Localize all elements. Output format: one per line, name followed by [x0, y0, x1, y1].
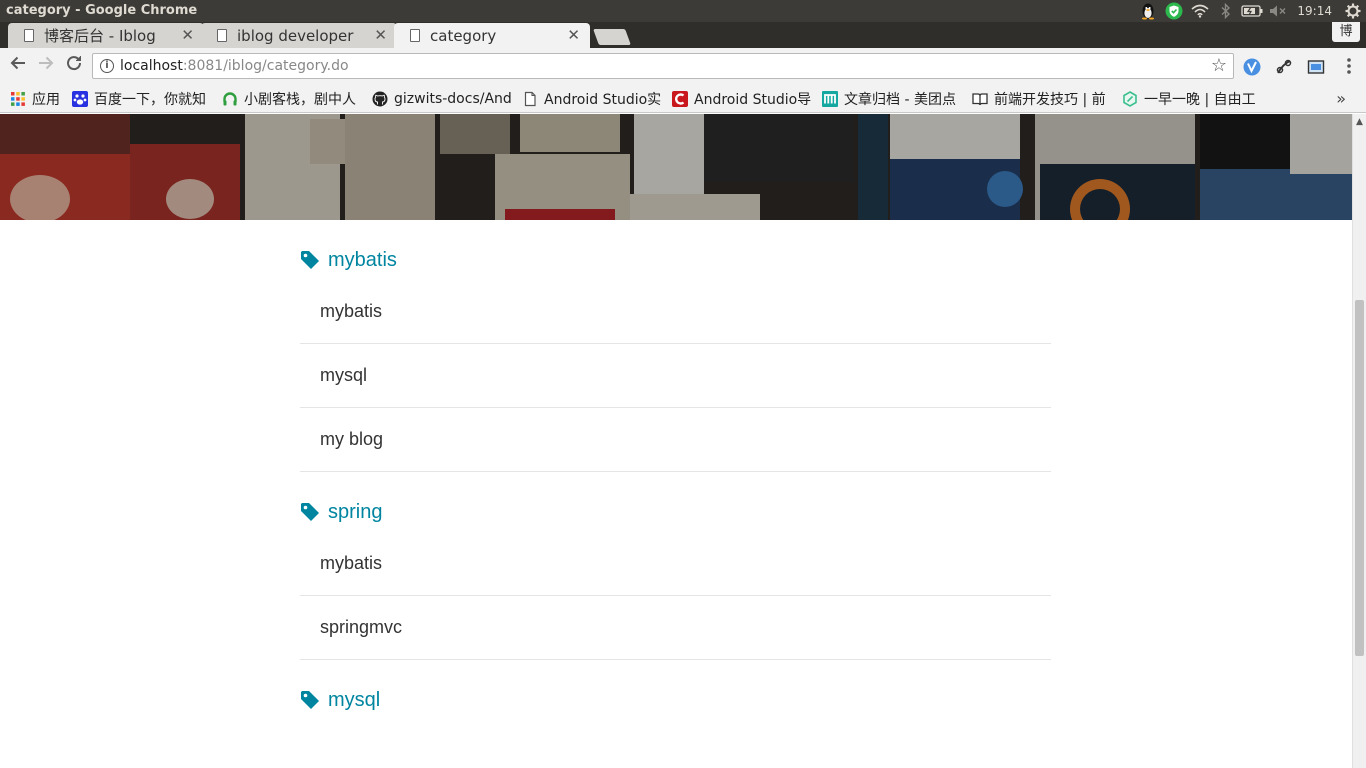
bookmark-label: Android Studio实: [544, 92, 662, 108]
post-list: mybatis mysql my blog: [300, 280, 1051, 472]
meituan-icon: [822, 91, 838, 107]
bookmark-meituan-archive[interactable]: 文章归档 - 美团点: [822, 89, 960, 109]
page-viewport: mybatis mybatis mysql my blog spring myb…: [0, 114, 1352, 768]
back-arrow-icon[interactable]: [6, 54, 30, 78]
tab-blog-admin[interactable]: 博客后台 - Iblog ✕: [8, 23, 204, 48]
post-item[interactable]: mybatis: [300, 280, 1051, 344]
tab-label: category: [430, 26, 497, 45]
scrollbar-thumb[interactable]: [1355, 300, 1364, 656]
page-icon: [522, 91, 538, 107]
post-list: mybatis springmvc: [300, 532, 1051, 660]
tab-close-icon[interactable]: ✕: [181, 26, 194, 44]
bookmark-label: 前端开发技巧 | 前: [994, 92, 1106, 108]
posters-collage: [0, 114, 1352, 220]
tab-label: iblog developer: [237, 26, 354, 45]
tag-icon: [301, 691, 319, 709]
bookmark-android-studio-2[interactable]: Android Studio导: [672, 89, 812, 109]
bookmark-label: 应用: [32, 92, 60, 108]
bookmark-label: 文章归档 - 美团点: [844, 92, 956, 108]
new-tab-button[interactable]: [593, 29, 631, 45]
shield-check-icon[interactable]: [1161, 0, 1187, 22]
category-group: spring mybatis springmvc: [300, 492, 1051, 660]
clock[interactable]: 19:14: [1291, 0, 1340, 22]
bookmark-baidu[interactable]: 百度一下，你就知: [72, 89, 212, 109]
tab-strip: 博客后台 - Iblog ✕ iblog developer ✕ categor…: [0, 22, 1366, 48]
tab-label: 博客后台 - Iblog: [44, 27, 156, 45]
category-title[interactable]: spring: [328, 501, 382, 524]
browser-toolbar: i localhost:8081/iblog/category.do ☆: [0, 48, 1366, 85]
window-title: category - Google Chrome: [6, 3, 198, 18]
header-background-image: [0, 114, 1352, 220]
url-host: localhost: [120, 58, 183, 74]
bookmark-yizaoyiwan[interactable]: 一早一晚 | 自由工: [1122, 89, 1260, 109]
category-list: mybatis mybatis mysql my blog spring myb…: [300, 220, 1051, 720]
settings-gear-icon[interactable]: [1340, 0, 1366, 22]
bookmark-apps[interactable]: 应用: [10, 89, 66, 109]
apps-grid-icon: [10, 91, 26, 107]
category-group: mysql: [300, 680, 1051, 720]
extension-screenshot-icon[interactable]: [1307, 58, 1325, 76]
bookmark-label: 小剧客栈，剧中人: [244, 92, 356, 108]
bookmark-frontend-tips[interactable]: 前端开发技巧 | 前: [972, 89, 1110, 109]
qq-penguin-icon[interactable]: [1135, 0, 1161, 22]
bookmark-label: gizwits-docs/And: [394, 91, 512, 107]
tag-icon: [301, 251, 319, 269]
system-top-panel: category - Google Chrome 19:14: [0, 0, 1366, 22]
scroll-up-arrow-icon[interactable]: ▲: [1356, 117, 1363, 127]
bookmark-label: Android Studio导: [694, 92, 812, 108]
page-icon: [410, 29, 420, 42]
extension-link-icon[interactable]: [1275, 58, 1293, 76]
category-header[interactable]: spring: [300, 492, 1051, 532]
info-icon[interactable]: i: [100, 59, 114, 73]
post-item[interactable]: springmvc: [300, 596, 1051, 660]
bookmark-gizwits-docs[interactable]: gizwits-docs/And: [372, 89, 512, 109]
tag-icon: [301, 503, 319, 521]
volume-muted-icon[interactable]: [1265, 0, 1291, 22]
post-item[interactable]: my blog: [300, 408, 1051, 472]
tab-category[interactable]: category ✕: [394, 23, 590, 48]
address-bar[interactable]: i localhost:8081/iblog/category.do ☆: [92, 53, 1234, 79]
headphone-icon: [222, 91, 238, 107]
book-icon: [972, 91, 988, 107]
bookmark-android-studio-1[interactable]: Android Studio实: [522, 89, 662, 109]
post-item[interactable]: mybatis: [300, 532, 1051, 596]
category-header[interactable]: mybatis: [300, 240, 1051, 280]
tab-close-icon[interactable]: ✕: [567, 26, 580, 44]
wifi-icon[interactable]: [1187, 0, 1213, 22]
tab-close-icon[interactable]: ✕: [374, 26, 387, 44]
category-title[interactable]: mybatis: [328, 249, 397, 272]
category-group: mybatis mybatis mysql my blog: [300, 240, 1051, 472]
bookmarks-bar: 应用 百度一下，你就知 小剧客栈，剧中人 gizwits-docs/And An…: [0, 85, 1366, 113]
forward-arrow-icon[interactable]: [34, 54, 58, 78]
baidu-paw-icon: [72, 91, 88, 107]
url-path: :8081/iblog/category.do: [182, 58, 349, 74]
bookmark-xiaojukezhan[interactable]: 小剧客栈，剧中人: [222, 89, 362, 109]
extension-blue-v-icon[interactable]: [1243, 58, 1261, 76]
bookmark-star-icon[interactable]: ☆: [1211, 55, 1227, 76]
page-icon: [24, 29, 34, 42]
chrome-menu-icon[interactable]: [1340, 56, 1358, 74]
reload-icon[interactable]: [62, 54, 86, 78]
github-icon: [372, 91, 388, 107]
category-header[interactable]: mysql: [300, 680, 1051, 720]
bluetooth-icon[interactable]: [1213, 0, 1239, 22]
category-title[interactable]: mysql: [328, 689, 380, 712]
bookmark-label: 一早一晚 | 自由工: [1144, 92, 1256, 108]
tab-iblog-developer[interactable]: iblog developer ✕: [201, 23, 397, 48]
page-scrollbar[interactable]: ▲: [1352, 114, 1366, 768]
bookmarks-overflow-chevron-icon[interactable]: »: [1336, 89, 1346, 108]
bookmark-label: 百度一下，你就知: [94, 92, 206, 108]
page-icon: [217, 29, 227, 42]
csdn-icon: [672, 91, 688, 107]
input-method-indicator[interactable]: 博: [1332, 22, 1360, 42]
hexagon-icon: [1122, 91, 1138, 107]
url-text[interactable]: localhost:8081/iblog/category.do: [120, 58, 349, 74]
battery-icon[interactable]: [1239, 0, 1265, 22]
post-item[interactable]: mysql: [300, 344, 1051, 408]
system-tray: 19:14: [1135, 0, 1366, 22]
